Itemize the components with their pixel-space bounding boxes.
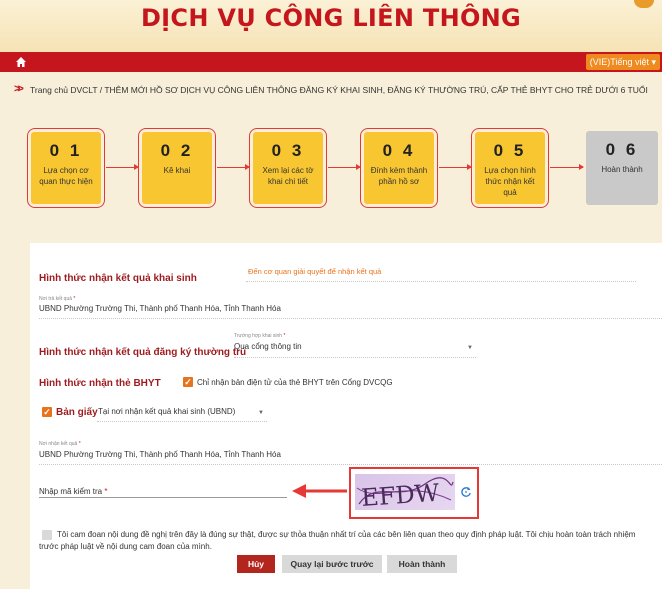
bhyt-electronic-label: Chỉ nhận bản điện tử của thẻ BHYT trên C… <box>197 378 393 387</box>
step-number: 0 1 <box>49 141 83 160</box>
receive-place-label: Nơi nhận kết quả * <box>39 441 81 447</box>
residence-heading: Hình thức nhận kết quả đăng ký thường tr… <box>39 347 247 358</box>
step-6: 0 6 Hoàn thành <box>583 128 661 208</box>
chevron-down-icon[interactable]: ▼ <box>467 345 473 351</box>
breadcrumb: Trang chủ DVCLT / THÊM MỚI HỒ SƠ DỊCH VỤ… <box>30 85 648 95</box>
chevron-down-icon: ▾ <box>651 57 656 67</box>
top-navbar: (VIE)Tiếng việt ▾ <box>0 52 662 72</box>
captcha-input[interactable] <box>39 497 287 498</box>
step-arrow <box>328 164 361 170</box>
return-place-value: UBND Phường Trường Thi, Thành phố Thanh … <box>39 304 281 313</box>
bhyt-electronic-checkbox[interactable]: ✓ <box>183 377 193 387</box>
paper-checkbox[interactable]: ✓ <box>42 407 52 417</box>
divider <box>246 281 636 282</box>
birth-result-heading: Hình thức nhận kết quả khai sinh <box>39 273 197 284</box>
step-number: 0 6 <box>605 140 639 159</box>
step-label: Hoàn thành <box>601 165 643 174</box>
step-label: Lựa chọn hình thức nhận kết quả <box>484 166 536 197</box>
step-label: Đính kèm thành phần hồ sơ <box>370 166 428 186</box>
captcha-text: EFDW <box>360 479 440 510</box>
captcha-label: Nhập mã kiểm tra * <box>39 487 108 496</box>
step-3: 0 3 Xem lại các tờ khai chi tiết <box>249 128 327 208</box>
commitment-text: Tôi cam đoan nội dung đề nghị trên đây l… <box>39 530 636 551</box>
cancel-button[interactable]: Hủy <box>237 555 275 573</box>
paper-label: Bản giấy <box>56 407 98 418</box>
language-label: (VIE)Tiếng việt <box>589 57 649 67</box>
step-arrow <box>550 164 584 170</box>
page-title: DỊCH VỤ CÔNG LIÊN THÔNG <box>140 4 522 32</box>
arrow-left-icon <box>292 484 347 498</box>
language-selector[interactable]: (VIE)Tiếng việt ▾ <box>585 54 660 70</box>
step-label: Xem lại các tờ khai chi tiết <box>262 166 314 186</box>
back-button[interactable]: Quay lại bước trước <box>282 555 382 573</box>
step-arrow <box>217 164 250 170</box>
residence-case-label: Trường hợp khai sinh * <box>234 333 286 339</box>
divider <box>234 357 476 358</box>
step-label: Lựa chọn cơ quan thực hiện <box>39 166 93 186</box>
return-place-label: Nơi trả kết quả * <box>39 296 76 302</box>
finish-button[interactable]: Hoàn thành <box>387 555 457 573</box>
step-number: 0 4 <box>382 141 416 160</box>
step-arrow <box>106 164 139 170</box>
bhyt-heading: Hình thức nhận thẻ BHYT <box>39 378 161 389</box>
step-1: 0 1 Lựa chọn cơ quan thực hiện <box>27 128 105 208</box>
double-chevron-icon: >> <box>14 83 24 95</box>
step-number: 0 5 <box>493 141 527 160</box>
step-number: 0 3 <box>271 141 305 160</box>
divider <box>39 464 662 465</box>
refresh-icon[interactable] <box>460 486 472 498</box>
step-4: 0 4 Đính kèm thành phần hồ sơ <box>360 128 438 208</box>
birth-result-value: Đến cơ quan giải quyết để nhận kết quả <box>248 267 382 276</box>
home-icon[interactable] <box>14 55 28 69</box>
step-5: 0 5 Lựa chọn hình thức nhận kết quả <box>471 128 549 208</box>
chevron-down-icon[interactable]: ▼ <box>258 410 264 416</box>
step-label: Kê khai <box>163 166 191 175</box>
receive-place-value: UBND Phường Trường Thi, Thành phố Thanh … <box>39 450 281 459</box>
step-number: 0 2 <box>160 141 194 160</box>
divider <box>39 318 662 319</box>
step-arrow <box>439 164 472 170</box>
captcha-image: EFDW <box>355 474 455 512</box>
residence-case-select[interactable]: Qua cổng thông tin <box>234 342 302 351</box>
divider <box>97 421 267 422</box>
paper-select[interactable]: Tại nơi nhận kết quả khai sinh (UBND) <box>98 407 235 416</box>
step-2: 0 2 Kê khai <box>138 128 216 208</box>
